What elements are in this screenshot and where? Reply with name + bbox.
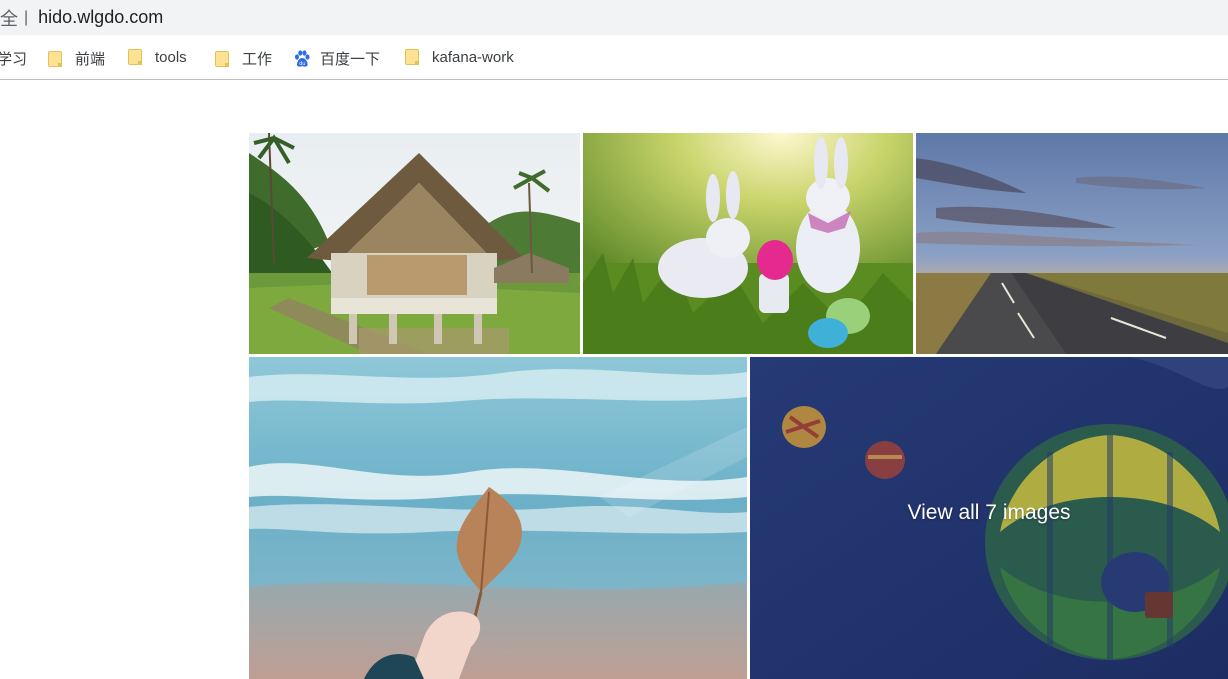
bookmark-label: tools [155,48,187,66]
view-all-overlay[interactable]: View all 7 images [750,357,1228,679]
gallery-image-balloons[interactable]: View all 7 images [750,357,1228,679]
folder-icon [404,48,420,66]
gallery-image-leaf[interactable] [249,357,747,679]
bookmark-label: 工作 [242,51,273,68]
bunnies-photo [583,133,913,354]
bookmark-work[interactable]: 工作 [214,48,272,69]
bookmark-baidu[interactable]: du 百度一下 [292,48,380,69]
bookmark-label: 学习 [0,51,28,68]
road-photo [916,133,1228,354]
bookmark-tools[interactable]: tools [127,48,187,66]
leaf-sea-photo [249,357,747,679]
gallery-image-bunnies[interactable] [583,133,913,354]
site-security-label[interactable]: 全 [0,5,18,31]
svg-text:du: du [299,61,305,67]
address-bar[interactable]: 全 | hido.wlgdo.com [0,0,1228,35]
bookmark-study[interactable]: 学习 [0,48,27,69]
bookmarks-bar: 学习 前端 tools 工作 du 百度一下 kafana-work [0,35,1228,80]
bookmark-kafana-work[interactable]: kafana-work [404,48,514,66]
address-separator: | [24,8,29,26]
image-gallery: View all 7 images [249,133,1228,679]
folder-icon [127,48,143,66]
bookmark-label: kafana-work [432,48,514,66]
bookmark-label: 前端 [75,51,106,68]
hut-photo [249,133,580,354]
gallery-image-hut[interactable] [249,133,580,354]
folder-icon [214,50,230,68]
bookmark-frontend[interactable]: 前端 [47,48,105,69]
view-all-images-label[interactable]: View all 7 images [907,501,1070,525]
gallery-image-road[interactable] [916,133,1228,354]
bookmark-label: 百度一下 [320,51,381,68]
folder-icon [47,50,63,68]
url-text[interactable]: hido.wlgdo.com [38,7,163,28]
baidu-paw-icon: du [295,49,310,67]
